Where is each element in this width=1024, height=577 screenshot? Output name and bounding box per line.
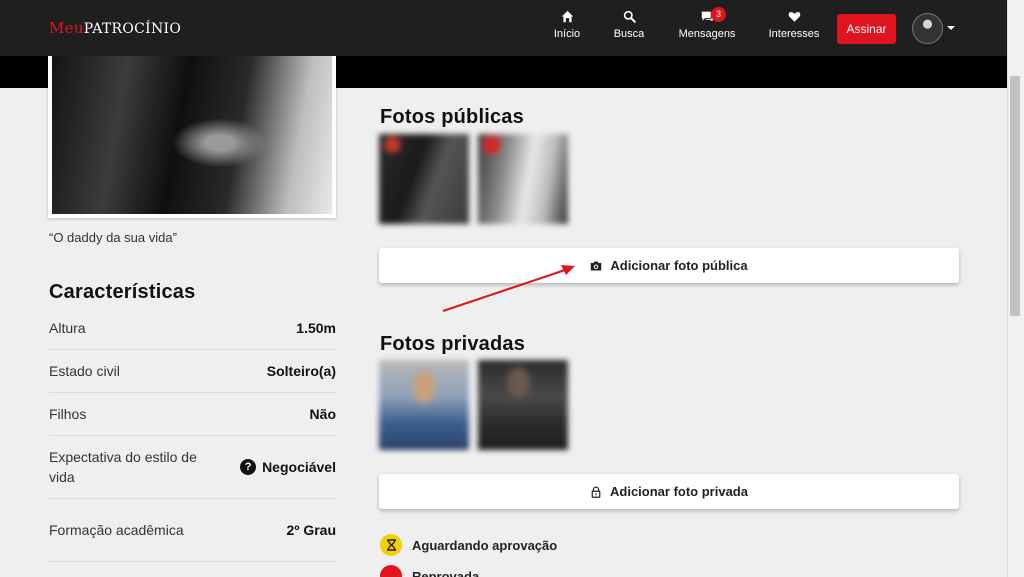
profile-photo-image [52,56,332,214]
scrollbar-thumb[interactable] [1010,76,1020,316]
add-public-photo-label: Adicionar foto pública [610,258,748,273]
brand-logo-meu: Meu [49,19,84,37]
nav-interests-label: Interesses [768,28,820,40]
characteristic-row: Formação acadêmica 2º Grau [49,499,336,562]
characteristic-value: ? Negociável [240,459,336,475]
public-photos-title: Fotos públicas [380,106,524,128]
messages-badge: 3 [711,7,726,22]
user-avatar[interactable] [912,13,943,44]
profile-photo[interactable] [48,56,336,218]
characteristic-row: Altura 1.50m [49,307,336,350]
camera-icon [591,261,602,270]
hourglass-icon [380,534,402,556]
characteristics-title: Características [49,281,196,303]
nav-messages-label: Mensagens [678,28,736,40]
top-navbar: MeuPatrocínio Início Busca 3 Mensagens I… [0,0,1007,56]
characteristic-row: Estado civil Solteiro(a) [49,350,336,393]
characteristic-row: Expectativa do estilo de vida ? Negociáv… [49,436,336,499]
private-photos-title: Fotos privadas [380,333,526,355]
add-private-photo-label: Adicionar foto privada [610,484,748,499]
public-photo-thumb[interactable] [478,134,568,224]
search-icon [623,10,636,23]
characteristic-label: Filhos [49,406,87,422]
characteristic-value: Não [309,406,336,422]
home-icon [561,10,573,23]
heart-icon [788,12,800,22]
lock-icon [591,486,601,498]
subscribe-button[interactable]: Assinar [837,14,896,44]
private-photo-thumb[interactable] [478,360,568,450]
nav-interests[interactable]: Interesses [768,10,820,46]
add-public-photo-button[interactable]: Adicionar foto pública [379,248,959,283]
nav-home-label: Início [553,28,581,40]
nav-search-label: Busca [613,28,645,40]
add-private-photo-button[interactable]: Adicionar foto privada [379,474,959,509]
profile-quote: “O daddy da sua vida” [49,230,177,245]
brand-logo[interactable]: MeuPatrocínio [49,19,181,37]
characteristic-label: Formação acadêmica [49,522,184,538]
public-photo-thumb[interactable] [379,134,469,224]
status-rejected: Reprovada [380,565,479,577]
characteristic-row: Filhos Não [49,393,336,436]
characteristic-label: Expectativa do estilo de vida [49,449,197,485]
characteristic-label: Altura [49,320,86,336]
chevron-down-icon[interactable] [947,26,955,30]
status-pending-label: Aguardando aprovação [412,537,558,553]
question-circle-icon[interactable]: ? [240,459,257,475]
characteristic-value: Solteiro(a) [266,363,336,379]
characteristic-label: Estado civil [49,363,120,379]
status-rejected-label: Reprovada [412,568,480,577]
nav-search[interactable]: Busca [613,10,645,46]
nav-home[interactable]: Início [553,10,581,46]
nav-messages[interactable]: 3 Mensagens [678,7,736,46]
private-photo-thumb[interactable] [379,360,469,450]
characteristic-value-text: Negociável [262,459,336,475]
status-pending: Aguardando aprovação [380,534,557,556]
characteristic-value: 1.50m [296,320,336,336]
brand-logo-rest: Patrocínio [83,21,182,37]
characteristic-value: 2º Grau [286,522,336,538]
rejected-icon [380,565,402,577]
